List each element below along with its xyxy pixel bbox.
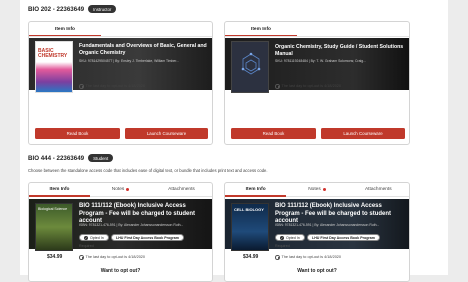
tab-notes[interactable]: Notes	[90, 183, 151, 196]
opted-in-badge[interactable]: ✓ Opted In	[79, 234, 109, 241]
tab-item-info[interactable]: Item Info	[225, 22, 297, 37]
tab-item-info[interactable]: Item Info	[29, 183, 90, 197]
clock-icon	[79, 84, 84, 89]
role-badge: Instructor	[88, 5, 117, 13]
deadline-text: The last day to opt-out is 4/18/2020	[85, 84, 146, 89]
book-meta: ISBN: 9781321-476-591 | By: Alexander Jo…	[275, 223, 380, 227]
course-material-card: Item Info Organic Chemistry, Study Guide…	[224, 21, 410, 145]
selection-instructions: Choose between the standalone access cod…	[28, 168, 268, 173]
price: $34.99	[47, 254, 63, 260]
opt-out-deadline: The last day to opt-out is 4/18/2020	[79, 84, 145, 89]
course-material-card: Item Info Notes Attachments BIO 111/112 …	[224, 182, 410, 282]
cover-text: BASIC CHEMISTRY	[38, 48, 68, 60]
course-title: BIO 444 - 22363649	[28, 154, 85, 162]
check-icon: ✓	[280, 235, 284, 240]
deadline-text: The last day to opt-out is 4/18/2020	[85, 255, 146, 260]
card-tabs: Item Info Notes Attachments	[225, 183, 409, 197]
deadline-text: The last day to opt-out is 4/18/2020	[281, 84, 342, 89]
book-title: Organic Chemistry, Study Guide / Student…	[275, 44, 404, 57]
book-meta: SKU: 9781119248484 | By: T. W. Graham So…	[275, 59, 366, 63]
opt-out-deadline: The last day to opt-out is 4/18/2020	[79, 255, 145, 260]
deadline-text: The last day to opt-out is 4/18/2020	[281, 255, 342, 260]
opt-out-link[interactable]: Want to opt out?	[29, 268, 212, 274]
opt-out-deadline: The last day to opt-out is 4/18/2020	[275, 255, 341, 260]
course-material-card: Item Info Notes Attachments BIO 111/112 …	[28, 182, 213, 282]
notification-dot-icon	[322, 188, 326, 191]
program-badge: LHU First Day Access Book Program	[111, 234, 184, 241]
tab-attachments[interactable]: Attachments	[348, 183, 409, 196]
opt-out-link[interactable]: Want to opt out?	[225, 268, 409, 274]
cover-text: Biological Science	[38, 207, 68, 211]
tab-attachments[interactable]: Attachments	[151, 183, 212, 196]
clock-icon	[79, 255, 84, 260]
read-book-button[interactable]: Read Book	[231, 128, 316, 139]
book-meta: SKU: 9781429504577 | By: Ensley J. Timbe…	[79, 59, 180, 63]
check-icon: ✓	[84, 235, 88, 240]
page: BIO 202 - 22363649 Instructor Item Info …	[0, 0, 468, 282]
tab-item-info[interactable]: Item Info	[225, 183, 287, 197]
course-header-bio444: BIO 444 - 22363649 Student	[28, 154, 114, 162]
book-cover	[231, 41, 269, 93]
book-title: Fundamentals and Overviews of Basic, Gen…	[79, 43, 207, 56]
course-material-card: Item Info Fundamentals and Overviews of …	[28, 21, 213, 145]
course-header-bio202: BIO 202 - 22363649 Instructor	[28, 5, 117, 13]
read-book-button[interactable]: Read Book	[35, 128, 120, 139]
required-label: Required	[275, 244, 290, 248]
launch-courseware-button[interactable]: Launch Courseware	[321, 128, 405, 139]
card-tabs: Item Info Notes Attachments	[29, 183, 212, 197]
book-cover: Biological Science	[35, 203, 73, 251]
course-title: BIO 202 - 22363649	[28, 5, 85, 13]
book-cover: CELL BIOLOGY	[231, 203, 269, 251]
launch-courseware-button[interactable]: Launch Courseware	[125, 128, 208, 139]
clock-icon	[275, 84, 280, 89]
tab-notes[interactable]: Notes	[286, 183, 347, 196]
cover-text: CELL BIOLOGY	[234, 207, 264, 212]
notification-dot-icon	[126, 188, 130, 191]
clock-icon	[275, 255, 280, 260]
opted-in-badge[interactable]: ✓ Opted In	[275, 234, 305, 241]
tab-item-info[interactable]: Item Info	[29, 22, 101, 37]
role-badge: Student	[88, 154, 114, 162]
required-label: Required	[79, 244, 94, 248]
book-meta: ISBN: 9781321-476-591 | By: Alexander Jo…	[79, 223, 184, 227]
opt-out-deadline: The last day to opt-out is 4/18/2020	[275, 84, 341, 89]
molecule-art-icon	[241, 52, 261, 75]
program-badge: LHU First Day Access Book Program	[307, 234, 380, 241]
book-cover: BASIC CHEMISTRY	[35, 41, 73, 93]
price: $34.99	[243, 254, 259, 260]
